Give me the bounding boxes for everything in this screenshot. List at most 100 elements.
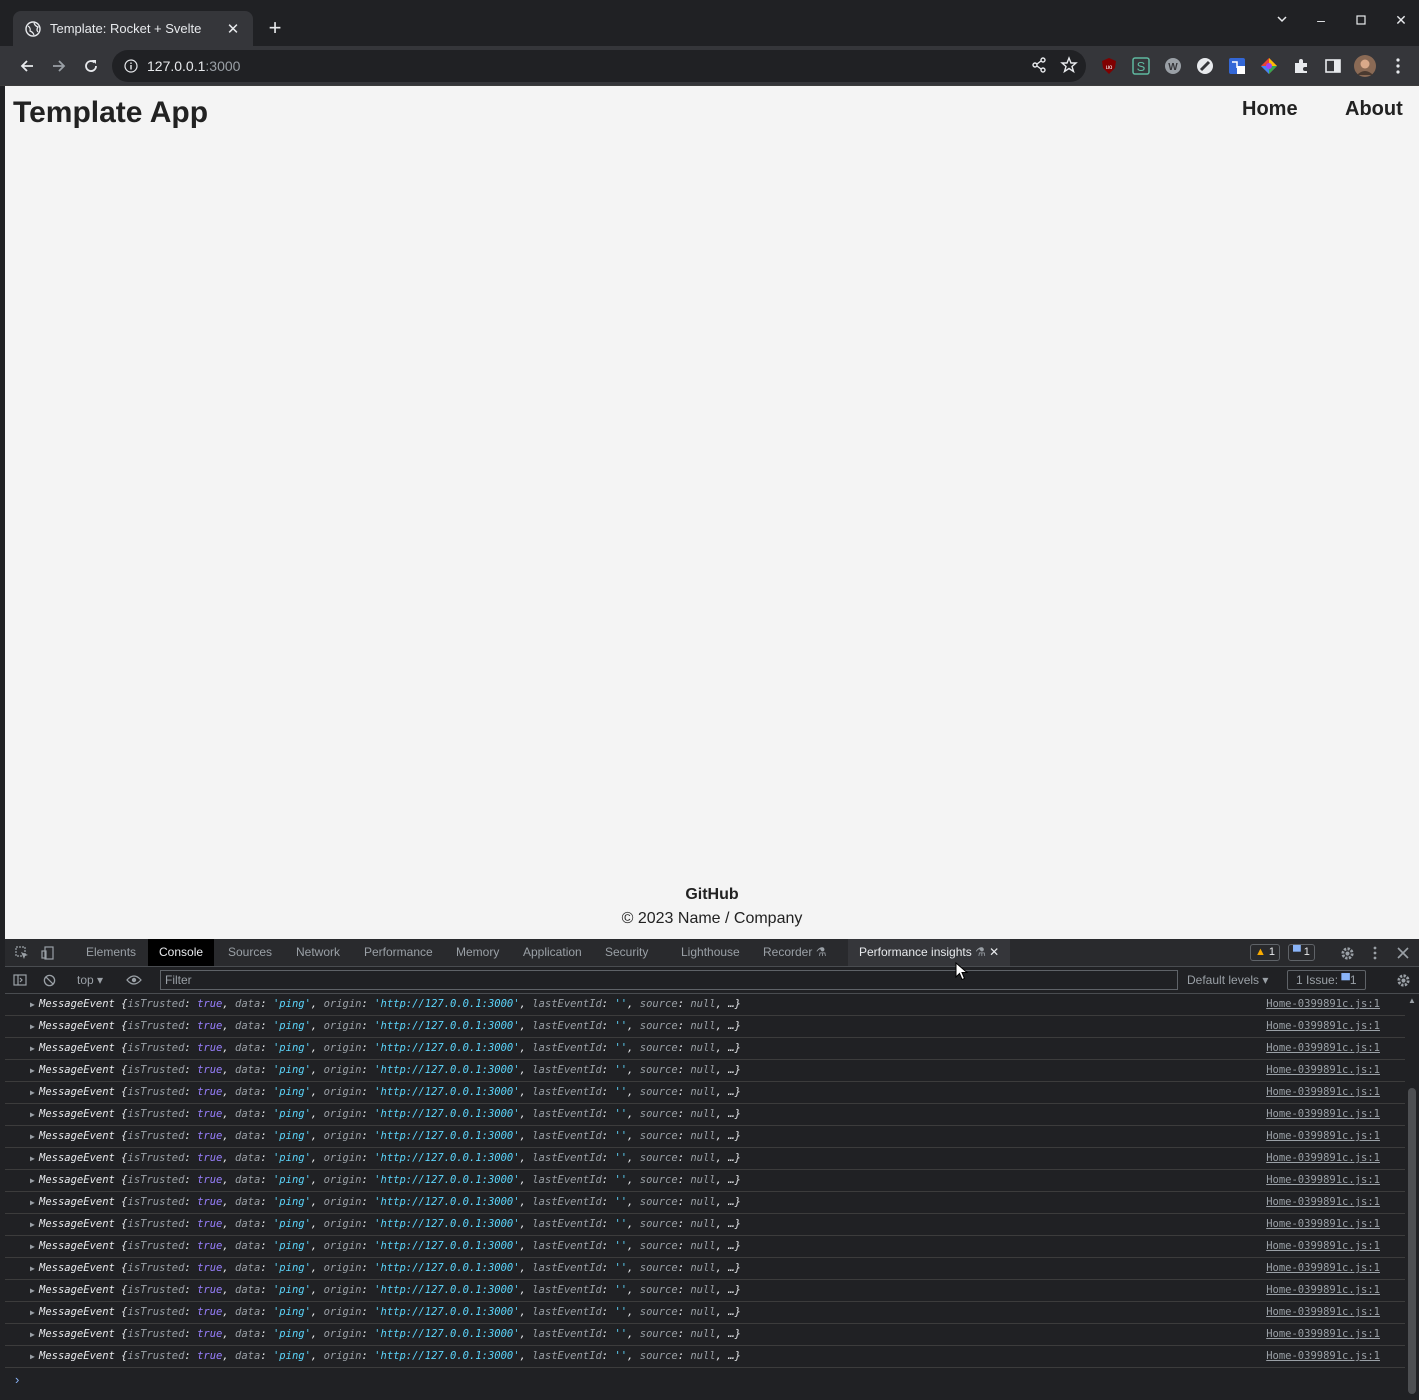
source-link[interactable]: Home-0399891c.js:1 [1266, 1192, 1380, 1213]
source-link[interactable]: Home-0399891c.js:1 [1266, 1170, 1380, 1191]
expand-triangle-icon[interactable]: ▶ [30, 1060, 35, 1081]
tab-elements[interactable]: Elements [75, 939, 147, 966]
console-log-row[interactable]: ▶ MessageEvent {isTrusted: true, data: 'p… [5, 994, 1405, 1016]
console-log-row[interactable]: ▶ MessageEvent {isTrusted: true, data: 'p… [5, 1148, 1405, 1170]
source-link[interactable]: Home-0399891c.js:1 [1266, 1324, 1380, 1345]
console-log-row[interactable]: ▶ MessageEvent {isTrusted: true, data: 'p… [5, 1082, 1405, 1104]
source-link[interactable]: Home-0399891c.js:1 [1266, 1346, 1380, 1367]
sidebar-toggle-icon[interactable] [11, 971, 29, 989]
console-log-row[interactable]: ▶ MessageEvent {isTrusted: true, data: 'p… [5, 1104, 1405, 1126]
context-select[interactable]: top ▾ [77, 973, 103, 987]
warning-badge[interactable]: ▲ 1 [1250, 944, 1281, 961]
clear-console-icon[interactable] [40, 971, 58, 989]
console-log-row[interactable]: ▶ MessageEvent {isTrusted: true, data: 'p… [5, 1280, 1405, 1302]
tab-recorder[interactable]: Recorder ⚗ [752, 939, 837, 966]
source-link[interactable]: Home-0399891c.js:1 [1266, 994, 1380, 1015]
expand-triangle-icon[interactable]: ▶ [30, 1126, 35, 1147]
source-link[interactable]: Home-0399891c.js:1 [1266, 1280, 1380, 1301]
source-link[interactable]: Home-0399891c.js:1 [1266, 1214, 1380, 1235]
tab-console[interactable]: Console [148, 939, 215, 966]
tab-memory[interactable]: Memory [445, 939, 510, 966]
forward-icon[interactable] [47, 54, 71, 78]
source-link[interactable]: Home-0399891c.js:1 [1266, 1104, 1380, 1125]
expand-triangle-icon[interactable]: ▶ [30, 1104, 35, 1125]
expand-triangle-icon[interactable]: ▶ [30, 1038, 35, 1059]
expand-triangle-icon[interactable]: ▶ [30, 1258, 35, 1279]
console-settings-gear-icon[interactable] [1394, 971, 1412, 989]
back-icon[interactable] [15, 54, 39, 78]
inspect-element-icon[interactable] [13, 944, 31, 962]
source-link[interactable]: Home-0399891c.js:1 [1266, 1258, 1380, 1279]
console-log-row[interactable]: ▶ MessageEvent {isTrusted: true, data: 'p… [5, 1126, 1405, 1148]
side-panel-icon[interactable] [1322, 55, 1344, 77]
tab-network[interactable]: Network [285, 939, 351, 966]
minimize-button[interactable]: – [1309, 12, 1333, 28]
tab-application[interactable]: Application [512, 939, 593, 966]
devtools-menu-icon[interactable] [1366, 944, 1384, 962]
info-icon[interactable] [124, 59, 138, 73]
console-scrollbar[interactable]: ▲ [1405, 994, 1419, 1400]
source-link[interactable]: Home-0399891c.js:1 [1266, 1302, 1380, 1323]
source-link[interactable]: Home-0399891c.js:1 [1266, 1236, 1380, 1257]
expand-triangle-icon[interactable]: ▶ [30, 1214, 35, 1235]
console-log-row[interactable]: ▶ MessageEvent {isTrusted: true, data: 'p… [5, 1324, 1405, 1346]
tab-lighthouse[interactable]: Lighthouse [670, 939, 751, 966]
expand-triangle-icon[interactable]: ▶ [30, 1148, 35, 1169]
source-link[interactable]: Home-0399891c.js:1 [1266, 1060, 1380, 1081]
settings-gear-icon[interactable] [1338, 944, 1356, 962]
close-tab-icon[interactable]: ✕ [225, 20, 241, 38]
info-badge[interactable]: ▀ 1 [1288, 944, 1315, 961]
console-log-row[interactable]: ▶ MessageEvent {isTrusted: true, data: 'p… [5, 1060, 1405, 1082]
share-icon[interactable] [1030, 56, 1048, 74]
source-link[interactable]: Home-0399891c.js:1 [1266, 1038, 1380, 1059]
color-extension-icon[interactable] [1258, 55, 1280, 77]
source-link[interactable]: Home-0399891c.js:1 [1266, 1148, 1380, 1169]
shield-extension-icon[interactable] [1226, 55, 1248, 77]
nav-link-about[interactable]: About [1345, 98, 1403, 121]
console-log-row[interactable]: ▶ MessageEvent {isTrusted: true, data: 'p… [5, 1038, 1405, 1060]
new-tab-button[interactable]: + [264, 16, 286, 40]
close-devtools-icon[interactable] [1394, 944, 1412, 962]
expand-triangle-icon[interactable]: ▶ [30, 1082, 35, 1103]
scroll-up-arrow-icon[interactable]: ▲ [1408, 996, 1416, 1005]
bookmark-star-icon[interactable] [1060, 56, 1078, 74]
console-log-row[interactable]: ▶ MessageEvent {isTrusted: true, data: 'p… [5, 1346, 1405, 1368]
browser-tab[interactable]: Template: Rocket + Svelte ✕ [13, 11, 253, 46]
tab-search-icon[interactable] [1270, 12, 1294, 28]
device-toolbar-icon[interactable] [39, 944, 57, 962]
tab-performance[interactable]: Performance [353, 939, 444, 966]
console-log-row[interactable]: ▶ MessageEvent {isTrusted: true, data: 'p… [5, 1170, 1405, 1192]
puzzle-extensions-icon[interactable] [1290, 55, 1312, 77]
github-link[interactable]: GitHub [5, 886, 1419, 904]
source-link[interactable]: Home-0399891c.js:1 [1266, 1082, 1380, 1103]
close-window-button[interactable]: ✕ [1389, 12, 1413, 29]
close-tab-icon[interactable]: ✕ [989, 945, 999, 959]
console-log-row[interactable]: ▶ MessageEvent {isTrusted: true, data: 'p… [5, 1016, 1405, 1038]
source-link[interactable]: Home-0399891c.js:1 [1266, 1016, 1380, 1037]
filter-input[interactable]: Filter [160, 970, 1178, 990]
console-log-row[interactable]: ▶ MessageEvent {isTrusted: true, data: 'p… [5, 1302, 1405, 1324]
expand-triangle-icon[interactable]: ▶ [30, 994, 35, 1015]
expand-triangle-icon[interactable]: ▶ [30, 1192, 35, 1213]
console-log-row[interactable]: ▶ MessageEvent {isTrusted: true, data: 'p… [5, 1192, 1405, 1214]
address-bar[interactable]: 127.0.0.1:3000 [112, 50, 1086, 82]
console-log-row[interactable]: ▶ MessageEvent {isTrusted: true, data: 'p… [5, 1236, 1405, 1258]
maximize-button[interactable] [1349, 12, 1373, 28]
expand-triangle-icon[interactable]: ▶ [30, 1346, 35, 1367]
console-log-row[interactable]: ▶ MessageEvent {isTrusted: true, data: 'p… [5, 1258, 1405, 1280]
s-extension-icon[interactable]: S [1130, 55, 1152, 77]
issues-button[interactable]: 1 Issue: ▀1 [1287, 970, 1366, 990]
compass-extension-icon[interactable] [1194, 55, 1216, 77]
eye-icon[interactable] [125, 971, 143, 989]
expand-triangle-icon[interactable]: ▶ [30, 1280, 35, 1301]
expand-triangle-icon[interactable]: ▶ [30, 1302, 35, 1323]
expand-triangle-icon[interactable]: ▶ [30, 1324, 35, 1345]
expand-triangle-icon[interactable]: ▶ [30, 1236, 35, 1257]
scroll-thumb[interactable] [1408, 1088, 1416, 1394]
w-extension-icon[interactable]: W [1162, 55, 1184, 77]
browser-menu-icon[interactable] [1387, 55, 1409, 77]
console-prompt-icon[interactable]: › [15, 1372, 19, 1387]
tab-sources[interactable]: Sources [217, 939, 283, 966]
console-log-row[interactable]: ▶ MessageEvent {isTrusted: true, data: 'p… [5, 1214, 1405, 1236]
reload-icon[interactable] [79, 54, 103, 78]
